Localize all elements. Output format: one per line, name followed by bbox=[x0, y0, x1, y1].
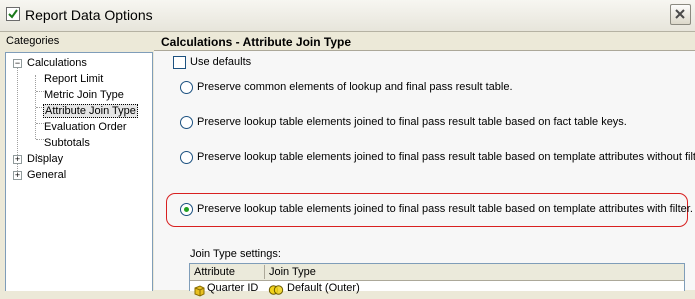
option-label[interactable]: Preserve lookup table elements joined to… bbox=[197, 151, 695, 163]
grid-header: Attribute Join Type bbox=[190, 264, 684, 281]
option-label[interactable]: Preserve lookup table elements joined to… bbox=[197, 203, 693, 215]
categories-pane: Categories − Calculations Report Limit M… bbox=[0, 32, 154, 291]
column-header-attribute[interactable]: Attribute bbox=[190, 264, 264, 280]
join-settings-label: Join Type settings: bbox=[190, 248, 281, 260]
column-header-join-type[interactable]: Join Type bbox=[265, 264, 465, 280]
join-type-icon bbox=[268, 285, 284, 295]
option-template-with-filter-radio[interactable] bbox=[180, 203, 193, 216]
option-template-without-filter-radio[interactable] bbox=[180, 151, 193, 164]
tree-item-report-limit[interactable]: Report Limit bbox=[44, 71, 103, 87]
use-defaults-label[interactable]: Use defaults bbox=[190, 56, 251, 68]
tree-item-label: Report Limit bbox=[44, 73, 104, 85]
categories-tree[interactable]: − Calculations Report Limit Metric Join … bbox=[5, 52, 153, 291]
attribute-icon bbox=[194, 285, 205, 297]
categories-label: Categories bbox=[6, 35, 60, 47]
tree-item-attribute-join-type[interactable]: Attribute Join Type bbox=[43, 103, 138, 119]
tree-item-label: Display bbox=[27, 153, 64, 165]
settings-pane: Calculations - Attribute Join Type Use d… bbox=[154, 32, 695, 297]
attribute-name: Quarter ID bbox=[207, 282, 259, 294]
close-icon bbox=[675, 9, 685, 19]
settings-content: Use defaults Preserve common elements of… bbox=[154, 51, 695, 297]
option-label[interactable]: Preserve lookup table elements joined to… bbox=[197, 116, 627, 128]
option-common-elements-radio[interactable] bbox=[180, 81, 193, 94]
collapse-icon[interactable]: − bbox=[13, 59, 22, 68]
page-title: Calculations - Attribute Join Type bbox=[161, 35, 352, 49]
tree-item-evaluation-order[interactable]: Evaluation Order bbox=[44, 119, 127, 135]
tree-item-label: General bbox=[27, 169, 67, 181]
option-label[interactable]: Preserve common elements of lookup and f… bbox=[197, 81, 513, 93]
tree-item-label: Evaluation Order bbox=[44, 121, 127, 133]
tree-item-label: Metric Join Type bbox=[44, 89, 124, 101]
tree-item-label: Calculations bbox=[27, 57, 87, 69]
window-title: Report Data Options bbox=[25, 7, 153, 23]
checkmark-icon bbox=[6, 7, 20, 21]
use-defaults-checkbox[interactable] bbox=[173, 56, 186, 69]
title-bar: Report Data Options bbox=[0, 0, 695, 32]
join-settings-grid[interactable]: Attribute Join Type Quarter ID Default (… bbox=[189, 263, 685, 297]
close-button[interactable] bbox=[670, 4, 691, 25]
option-fact-table-keys-radio[interactable] bbox=[180, 116, 193, 129]
expand-icon[interactable]: + bbox=[13, 171, 22, 180]
join-type-value[interactable]: Default (Outer) bbox=[287, 281, 360, 297]
expand-icon[interactable]: + bbox=[13, 155, 22, 164]
tree-item-metric-join-type[interactable]: Metric Join Type bbox=[44, 87, 124, 103]
tree-item-label: Attribute Join Type bbox=[43, 104, 138, 118]
tree-item-subtotals[interactable]: Subtotals bbox=[44, 135, 90, 151]
tree-item-label: Subtotals bbox=[44, 137, 90, 149]
